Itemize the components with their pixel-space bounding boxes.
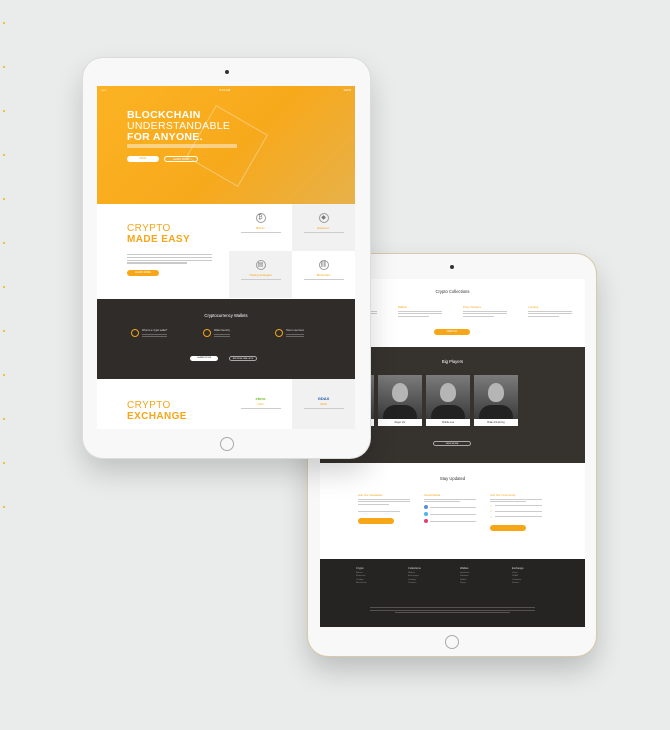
wallets-learn-button[interactable]: LEARN MORE (190, 356, 218, 361)
check-icon: ✓ (490, 509, 542, 513)
wallets-section: Cryptocurrency Wallets What is a crypto … (97, 299, 355, 379)
camera-dot (224, 70, 229, 74)
exchange-tile[interactable]: GDAX GDAX (292, 379, 355, 429)
gdax-logo: GDAX (317, 396, 330, 401)
edge-marker (3, 418, 5, 420)
player-card[interactable]: Roger Ver (378, 375, 422, 426)
wallet-item[interactable]: How to use them (275, 329, 327, 338)
feature-tile[interactable]: ₿ Bitcoin (229, 204, 292, 251)
edge-marker (3, 374, 5, 376)
footer-column: Exchange eToro GDAX Coinbase Kraken (512, 567, 524, 585)
browse-wallets-button[interactable]: BROWSE WALLETS (229, 356, 257, 361)
edge-marker (3, 22, 5, 24)
collection-column[interactable]: Lending (528, 305, 573, 318)
collection-column[interactable]: Wallets (397, 305, 442, 318)
twitter-icon (424, 512, 428, 517)
social-link[interactable] (424, 505, 476, 510)
tablet-front: ••••• 9:41 AM 100% BLOCKCHAIN UNDERSTAND… (83, 58, 370, 458)
edge-marker (3, 154, 5, 156)
social-link[interactable] (424, 519, 476, 524)
tablet-front-screen: ••••• 9:41 AM 100% BLOCKCHAIN UNDERSTAND… (97, 86, 355, 429)
hero-title: BLOCKCHAIN UNDERSTANDABLE FOR ANYONE. (127, 109, 231, 143)
help-icon (275, 329, 283, 337)
exchange-title: CRYPTO EXCHANGE (127, 400, 187, 422)
wallet-items: What is a crypto wallet? Wallet Security… (131, 329, 327, 338)
view-more-button[interactable]: VIEW MORE (433, 441, 471, 446)
wallet-item[interactable]: What is a crypto wallet? (131, 329, 183, 338)
camera-dot (450, 265, 454, 269)
edge-marker (3, 198, 5, 200)
ethereum-icon: ◆ (318, 213, 329, 223)
footer-column: Wallets Hardware Software Mobile Paper (460, 567, 470, 585)
facebook-icon (424, 505, 428, 510)
made-easy-section: CRYPTO MADE EASY LEARN MORE ₿ Bitcoin ◆ … (97, 204, 355, 299)
wallets-title: Cryptocurrency Wallets (204, 313, 248, 318)
made-easy-title: CRYPTO MADE EASY (127, 223, 191, 245)
footer-legal (370, 607, 535, 615)
player-photo (426, 375, 470, 419)
bitcoin-icon: ₿ (255, 213, 266, 223)
join-button[interactable] (490, 524, 526, 531)
edge-marker (3, 286, 5, 288)
email-field[interactable] (358, 511, 400, 513)
footer-column: Crypto Bitcoin Ethereum Trading Blockcha… (356, 567, 367, 585)
feature-tile[interactable]: ⛓ Blockchain (292, 251, 355, 298)
edge-marker (3, 462, 5, 464)
learn-more-button[interactable]: LEARN MORE (164, 156, 198, 162)
feature-tile[interactable]: ▤ Trading Strategies (229, 251, 292, 298)
home-button[interactable] (219, 437, 234, 451)
blockchain-icon: ⛓ (318, 260, 329, 270)
player-photo (474, 375, 518, 419)
footer: Crypto Bitcoin Ethereum Trading Blockcha… (320, 559, 585, 627)
chart-icon: ▤ (255, 260, 266, 270)
check-icon: ✓ (490, 504, 542, 508)
edge-marker (3, 66, 5, 68)
check-icon: ✓ (490, 515, 542, 519)
stay-updated-section: Stay Updated Join Our Newsletter Social … (320, 463, 585, 559)
edge-marker (3, 506, 5, 508)
wallet-item[interactable]: Wallet Security (203, 329, 255, 338)
social-link[interactable] (424, 512, 476, 517)
status-bar: ••••• 9:41 AM 100% (101, 88, 351, 92)
social-column: Social Media (424, 493, 476, 531)
etoro-logo: etoro (255, 396, 266, 401)
player-photo (378, 375, 422, 419)
feature-tile[interactable]: ◆ Ethereum (292, 204, 355, 251)
player-card[interactable]: Charlie Lee (426, 375, 470, 426)
footer-column: Collections Wallets Exchanges Lending Tr… (408, 567, 421, 585)
instagram-icon (424, 519, 428, 524)
exchange-section: CRYPTO EXCHANGE etoro eToro GDAX GDAX (97, 379, 355, 429)
stay-updated-columns: Join Our Newsletter Social Media Join Ou… (358, 493, 542, 531)
edge-marker (3, 242, 5, 244)
player-card[interactable]: Brian Armstrong (474, 375, 518, 426)
footer-columns: Crypto Bitcoin Ethereum Trading Blockcha… (356, 567, 542, 584)
stay-updated-title: Stay Updated (439, 476, 466, 481)
read-button[interactable]: READ (127, 156, 159, 162)
view-all-button[interactable]: VIEW ALL (434, 329, 470, 335)
lock-icon (203, 329, 211, 337)
newsletter-column: Join Our Newsletter (358, 493, 410, 531)
community-column: Join Our Community ✓ ✓ ✓ (490, 493, 542, 531)
home-button[interactable] (445, 635, 459, 649)
edge-marker (3, 110, 5, 112)
hero-subtitle (127, 144, 237, 148)
exchange-tile[interactable]: etoro eToro (229, 379, 292, 429)
hero-section: ••••• 9:41 AM 100% BLOCKCHAIN UNDERSTAND… (97, 86, 355, 204)
wallet-icon (131, 329, 139, 337)
collection-column[interactable]: Price Trackers (463, 305, 508, 318)
edge-marker (3, 330, 5, 332)
subscribe-button[interactable] (358, 518, 394, 525)
made-easy-text (127, 254, 212, 265)
made-easy-cta[interactable]: LEARN MORE (127, 270, 159, 276)
